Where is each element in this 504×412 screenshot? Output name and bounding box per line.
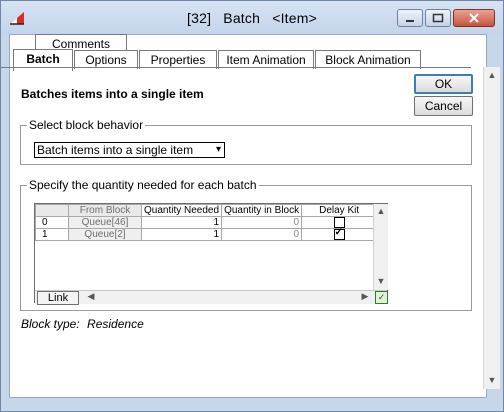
link-button[interactable]: Link <box>37 291 79 305</box>
from-block-cell: Queue[46] <box>68 215 142 230</box>
batch-table: From Block Quantity Needed Quantity in B… <box>34 203 388 305</box>
column-header-quantity-needed: Quantity Needed <box>140 204 223 217</box>
delay-kit-cell[interactable] <box>301 227 378 242</box>
dialog-window: [32] Batch <Item> Comments Batch Options… <box>0 0 504 412</box>
close-icon <box>469 13 479 23</box>
minimize-button[interactable] <box>397 9 423 27</box>
table-header-row: From Block Quantity Needed Quantity in B… <box>35 204 378 217</box>
minimize-icon <box>406 20 414 22</box>
quantity-in-block-cell: 0 <box>221 215 303 230</box>
maximize-button[interactable] <box>425 9 451 27</box>
row-number-header <box>35 204 69 217</box>
dialog-scrollbar[interactable]: ▲ ▼ <box>483 67 500 389</box>
column-header-delay-kit: Delay Kit <box>301 204 378 217</box>
close-button[interactable] <box>453 9 495 27</box>
block-number: [32] <box>187 10 212 26</box>
table-vertical-scrollbar[interactable]: ▲ ▼ <box>373 204 388 290</box>
table-scroll-up-icon[interactable]: ▲ <box>374 204 388 218</box>
row-index: 0 <box>35 215 69 230</box>
block-type-label: Block type: <box>21 317 80 331</box>
table-scroll-right-icon[interactable]: ▶ <box>359 290 371 303</box>
behavior-select-value: Batch items into a single item <box>37 143 194 157</box>
from-block-cell: Queue[2] <box>68 228 142 242</box>
row-index: 1 <box>35 228 69 242</box>
chevron-down-icon: ▾ <box>215 144 221 155</box>
quantity-needed-cell[interactable]: 1 <box>140 228 223 242</box>
table-scroll-down-icon[interactable]: ▼ <box>374 274 388 288</box>
tab-divider <box>1 67 471 68</box>
delay-kit-checkbox[interactable] <box>333 227 345 241</box>
block-type-value: Residence <box>87 317 144 331</box>
block-description: Batches items into a single item <box>21 87 204 101</box>
block-item: <Item> <box>272 10 317 26</box>
column-header-quantity-in-block: Quantity in Block <box>221 204 303 217</box>
resize-table-icon[interactable]: ✓ <box>375 291 388 304</box>
ok-button[interactable]: OK <box>414 74 473 94</box>
behavior-group-label: Select block behavior <box>27 118 146 132</box>
scroll-up-icon[interactable]: ▲ <box>484 67 500 83</box>
maximize-icon <box>432 13 444 23</box>
quantity-group-label: Specify the quantity needed for each bat… <box>27 178 259 192</box>
cancel-button[interactable]: Cancel <box>414 96 473 116</box>
title-bar[interactable]: [32] Batch <Item> <box>1 1 503 35</box>
block-type: Block type: Residence <box>21 317 144 331</box>
column-header-from-block: From Block <box>68 204 142 217</box>
table-horizontal-scrollbar[interactable]: Link ◀ ▶ ✓ <box>35 290 388 305</box>
batch-grid: From Block Quantity Needed Quantity in B… <box>35 204 378 242</box>
table-row[interactable]: 0 Queue[46] 1 0 <box>35 215 378 230</box>
quantity-needed-cell[interactable]: 1 <box>140 215 223 230</box>
behavior-select[interactable]: Batch items into a single item ▾ <box>34 142 225 158</box>
table-row[interactable]: 1 Queue[2] 1 0 <box>35 227 378 242</box>
quantity-in-block-cell: 0 <box>221 228 303 242</box>
block-name: Batch <box>223 10 261 26</box>
scroll-down-icon[interactable]: ▼ <box>484 372 500 388</box>
table-scroll-left-icon[interactable]: ◀ <box>85 290 97 303</box>
